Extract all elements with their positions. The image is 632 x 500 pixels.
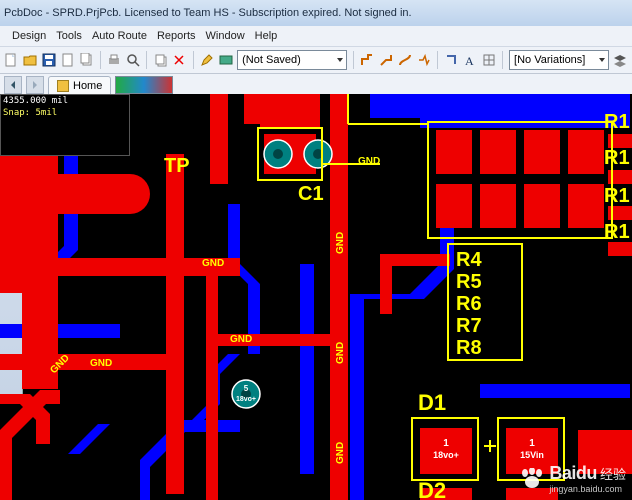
new-doc-button[interactable] — [4, 50, 19, 70]
separator — [193, 51, 194, 69]
pcb-canvas[interactable]: 4355.000 mil Snap: 5mil — [0, 94, 632, 500]
designator-r11: R1 — [604, 111, 630, 133]
svg-text:GND: GND — [358, 156, 380, 167]
svg-text:15Vin: 15Vin — [520, 450, 544, 460]
tab-home[interactable]: Home — [48, 76, 111, 95]
separator — [437, 51, 438, 69]
grid-icon[interactable] — [481, 50, 496, 70]
menu-tools[interactable]: Tools — [56, 30, 82, 42]
pencil-icon[interactable] — [200, 50, 215, 70]
svg-text:GND: GND — [335, 442, 346, 464]
svg-text:18vo+: 18vo+ — [433, 450, 459, 460]
designator-d2: D2 — [418, 478, 446, 500]
doc2-button[interactable] — [79, 50, 94, 70]
route-tool-1[interactable] — [360, 50, 375, 70]
route-tool-2[interactable] — [379, 50, 394, 70]
variations-dropdown[interactable]: [No Variations] — [509, 50, 609, 70]
variations-label: [No Variations] — [514, 54, 585, 66]
menu-help[interactable]: Help — [255, 30, 278, 42]
print-button[interactable] — [107, 50, 122, 70]
designator-r13: R1 — [604, 185, 630, 207]
page-button[interactable] — [60, 50, 75, 70]
home-icon — [57, 80, 69, 92]
document-thumbnail[interactable] — [115, 76, 173, 94]
svg-text:GND: GND — [335, 232, 346, 254]
svg-text:18vo+: 18vo+ — [236, 396, 256, 403]
designator-d1: D1 — [418, 390, 446, 415]
save-button[interactable] — [42, 50, 57, 70]
route-tool-3[interactable] — [398, 50, 413, 70]
tab-home-label: Home — [73, 80, 102, 92]
designator-tp: TP — [164, 155, 190, 177]
variations-icon[interactable] — [218, 50, 233, 70]
svg-text:A: A — [465, 54, 474, 67]
designator-r7: R7 — [456, 315, 482, 337]
svg-text:1: 1 — [529, 438, 535, 449]
open-button[interactable] — [23, 50, 38, 70]
route-tool-4[interactable] — [416, 50, 431, 70]
nav-fwd-button[interactable] — [26, 76, 44, 94]
designator-r6: R6 — [456, 293, 482, 315]
menu-auto-route[interactable]: Auto Route — [92, 30, 147, 42]
separator — [146, 51, 147, 69]
designator-r5: R5 — [456, 271, 482, 293]
svg-text:GND: GND — [90, 358, 112, 369]
main-menubar: Design Tools Auto Route Reports Window H… — [0, 26, 632, 46]
main-toolbar: (Not Saved) A [No Variations] — [0, 46, 632, 74]
cut-button[interactable] — [172, 50, 187, 70]
svg-text:5: 5 — [244, 384, 249, 393]
copy-button[interactable] — [153, 50, 168, 70]
place-text-icon[interactable]: A — [463, 50, 478, 70]
svg-text:GND: GND — [230, 334, 252, 345]
designator-r12: R1 — [604, 147, 630, 169]
window-titlebar: PcbDoc - SPRD.PrjPcb. Licensed to Team H… — [0, 0, 632, 26]
svg-text:1: 1 — [443, 438, 449, 449]
nav-back-button[interactable] — [4, 76, 22, 94]
designator-c1: C1 — [298, 183, 324, 205]
zoom-button[interactable] — [126, 50, 141, 70]
layers-icon[interactable] — [613, 50, 628, 70]
designator-r14: R1 — [604, 221, 630, 243]
window-title: PcbDoc - SPRD.PrjPcb. Licensed to Team H… — [4, 7, 412, 19]
designator-r8: R8 — [456, 337, 482, 359]
separator — [353, 51, 354, 69]
menu-window[interactable]: Window — [206, 30, 245, 42]
designator-r4: R4 — [456, 249, 482, 271]
save-state-label: (Not Saved) — [242, 54, 301, 66]
svg-text:GND: GND — [202, 258, 224, 269]
pcb-viewport[interactable]: 5 18vo+ C1 TP R4 R5 R6 R7 R8 R1 R1 R1 R1… — [0, 94, 632, 500]
ortho-icon[interactable] — [444, 50, 459, 70]
svg-text:GND: GND — [335, 342, 346, 364]
separator — [100, 51, 101, 69]
big-pad — [30, 174, 150, 214]
save-state-dropdown[interactable]: (Not Saved) — [237, 50, 347, 70]
menu-design[interactable]: Design — [12, 30, 46, 42]
menu-reports[interactable]: Reports — [157, 30, 196, 42]
separator — [502, 51, 503, 69]
